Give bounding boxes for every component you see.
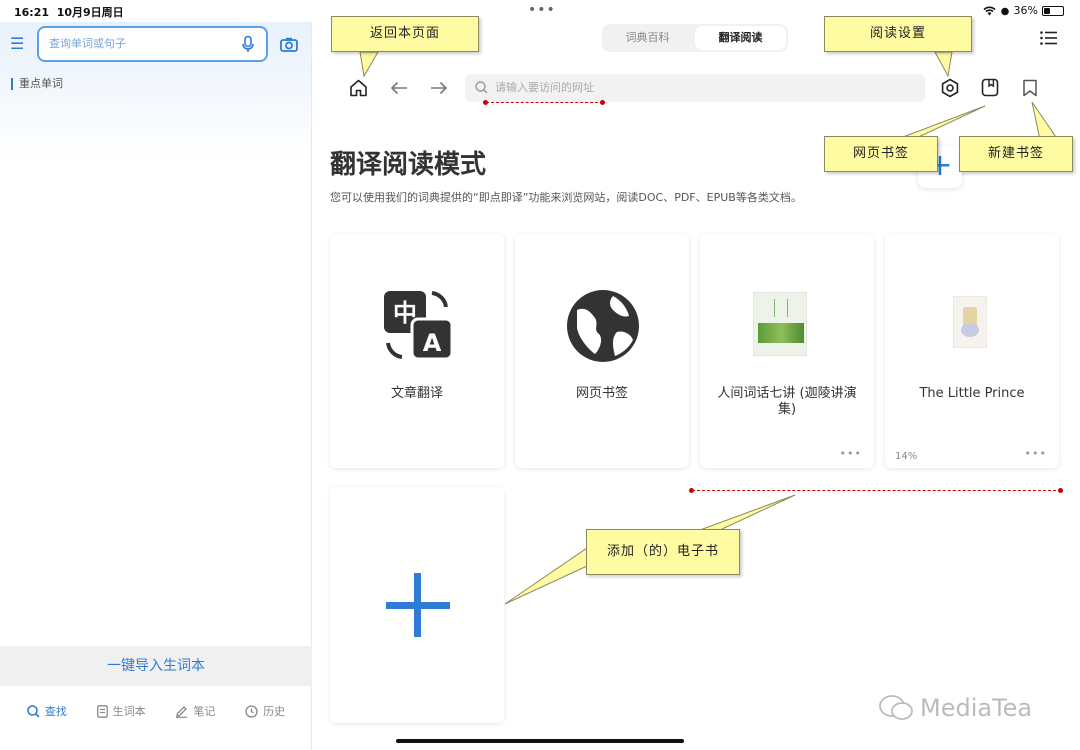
callout-add-ebook: 添加（的）电子书: [586, 529, 740, 575]
red-dot: [689, 488, 694, 493]
red-dot: [483, 100, 488, 105]
callout-reading-settings: 阅读设置: [824, 16, 972, 52]
watermark: MediaTea: [878, 694, 1032, 722]
red-dot: [1058, 488, 1063, 493]
underline-url: [486, 102, 603, 103]
watermark-text: MediaTea: [920, 694, 1033, 722]
underline-books: [692, 490, 1061, 491]
red-dot: [600, 100, 605, 105]
callout-web-bookmark: 网页书签: [824, 136, 938, 172]
home-indicator[interactable]: [396, 739, 684, 743]
callout-home: 返回本页面: [331, 16, 479, 52]
wechat-icon: [879, 695, 913, 720]
callout-new-bookmark: 新建书签: [959, 136, 1073, 172]
annotation-pointers: [359, 51, 1059, 605]
